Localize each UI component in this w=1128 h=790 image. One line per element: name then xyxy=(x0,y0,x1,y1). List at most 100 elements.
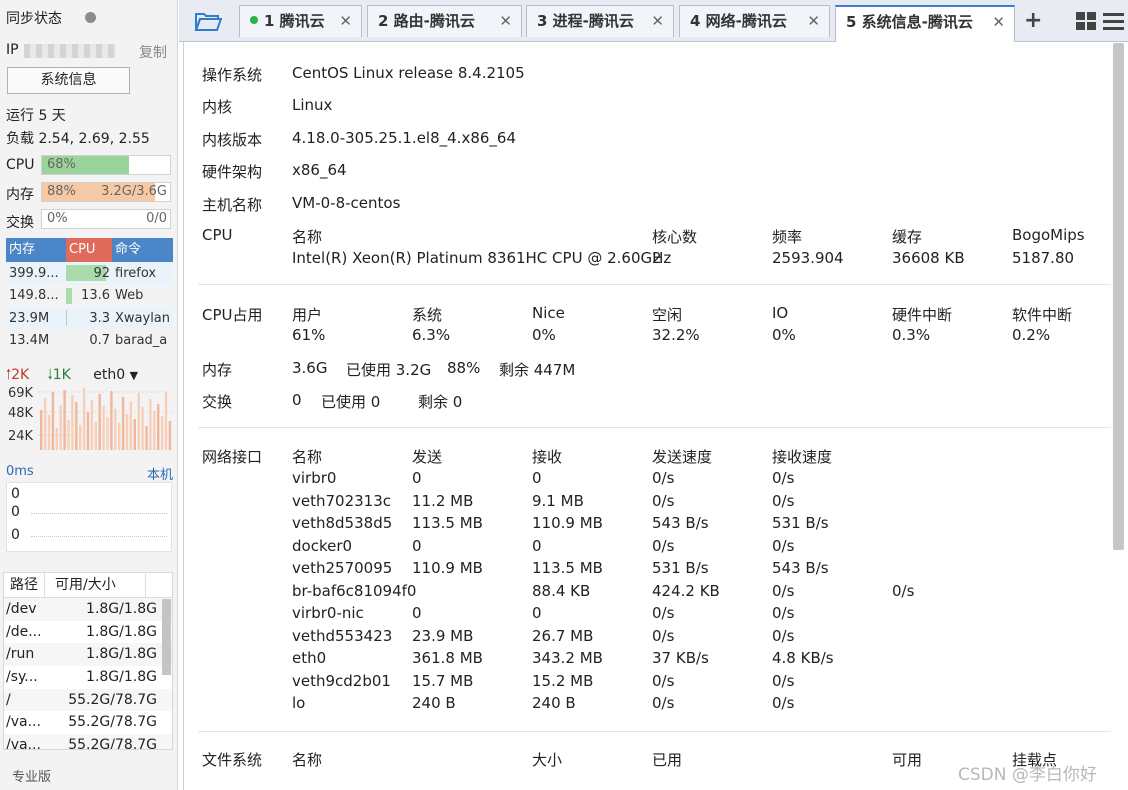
net-traffic-bar xyxy=(153,411,156,450)
folder-open-icon[interactable] xyxy=(194,10,222,32)
tab-label: 4 网络-腾讯云 xyxy=(690,12,787,30)
main-scrollbar[interactable] xyxy=(1113,43,1124,550)
tab-3[interactable]: 3 进程-腾讯云 ✕ xyxy=(526,5,674,37)
cpu-value: 36608 KB xyxy=(892,249,965,267)
uptime-text: 运行 5 天 xyxy=(6,108,66,124)
cpu-usage-value: 0% xyxy=(772,326,796,344)
net-traffic-bar xyxy=(75,402,78,450)
disk-row[interactable]: /va... 55.2G/78.7G xyxy=(4,734,172,749)
net-cell: 0/s xyxy=(772,491,795,510)
net-cell: 0/s xyxy=(652,491,675,510)
process-row[interactable]: 399.9... 92 firefox xyxy=(6,262,173,285)
disk-row[interactable]: / 55.2G/78.7G xyxy=(4,688,172,712)
process-row[interactable]: 13.4M 0.7 barad_a xyxy=(6,330,173,353)
cpu-usage-header: 软件中断 xyxy=(1012,306,1073,324)
proc-col-cpu[interactable]: CPU xyxy=(66,238,112,262)
net-cell: 361.8 MB xyxy=(412,649,483,667)
net-cell: 23.9 MB xyxy=(412,626,474,645)
close-icon[interactable]: ✕ xyxy=(651,6,664,36)
swap-meter-label: 交换 xyxy=(6,215,34,231)
tab-4[interactable]: 4 网络-腾讯云 ✕ xyxy=(679,5,830,37)
system-info-button[interactable]: 系统信息 xyxy=(7,67,130,94)
disk-col-size[interactable]: 可用/大小 xyxy=(44,573,146,597)
process-table: 内存 CPU 命令 399.9... 92 firefox 149.8... 13.6 W… xyxy=(6,238,173,352)
cpu-value: 5187.80 xyxy=(1012,249,1075,267)
net-traffic-bar xyxy=(102,406,105,450)
net-traffic-bar xyxy=(43,398,47,450)
close-icon[interactable]: ✕ xyxy=(339,6,352,36)
ip-address-masked xyxy=(24,44,116,58)
tab-2[interactable]: 2 路由-腾讯云 ✕ xyxy=(367,5,522,37)
net-cell: 0/s xyxy=(652,694,675,712)
network-interface-select[interactable]: eth0 xyxy=(93,367,125,383)
net-cell: 424.2 KB xyxy=(652,581,720,600)
tab-5[interactable]: 5 系统信息-腾讯云 ✕ xyxy=(835,5,1015,43)
tab-label: 5 系统信息-腾讯云 xyxy=(846,13,973,31)
kernel-version-value: 4.18.0-305.25.1.el8_4.x86_64 xyxy=(292,129,516,147)
cpu-header: 缓存 xyxy=(892,228,923,246)
kernel-value: Linux xyxy=(292,96,333,114)
ping-value: 0 xyxy=(11,504,20,520)
net-traffic-bar xyxy=(59,405,62,450)
chevron-down-icon[interactable]: ▼ xyxy=(130,369,138,382)
close-icon[interactable]: ✕ xyxy=(807,6,820,36)
net-traffic-bar xyxy=(55,428,58,450)
net-cell: 0/s xyxy=(652,536,675,555)
process-row[interactable]: 149.8... 13.6 Web xyxy=(6,285,173,308)
disk-size: 1.8G/1.8G xyxy=(86,669,157,686)
disk-row[interactable]: /de... 1.8G/1.8G xyxy=(4,621,172,644)
copy-ip-button[interactable]: 复制 xyxy=(139,42,167,62)
cpu-usage-header: 硬件中断 xyxy=(892,306,953,324)
net-cell: 113.5 MB xyxy=(412,514,483,532)
net-traffic-bar xyxy=(90,400,94,450)
net-traffic-bar xyxy=(98,394,101,450)
watermark: CSDN @李白你好 xyxy=(958,765,1097,785)
net-cell: 0/s xyxy=(652,671,675,690)
net-cell: 88.4 KB xyxy=(532,581,591,600)
cpu-meter-value: 68% xyxy=(47,157,76,172)
net-header: 接收 xyxy=(532,448,563,466)
net-interface-name: virbr0-nic xyxy=(292,604,364,622)
net-cell: 240 B xyxy=(412,694,456,712)
net-traffic-bar xyxy=(125,414,129,450)
disk-row[interactable]: /va... 55.2G/78.7G xyxy=(4,711,172,734)
net-interface-name: docker0 xyxy=(292,536,353,555)
proc-col-cmd[interactable]: 命令 xyxy=(112,238,173,262)
net-traffic-bar xyxy=(63,390,66,450)
cpu-meter-label: CPU xyxy=(6,157,35,173)
disk-row[interactable]: /dev 1.8G/1.8G xyxy=(4,598,172,621)
disk-row[interactable]: /run 1.8G/1.8G xyxy=(4,643,172,667)
net-traffic-bar xyxy=(145,426,148,450)
net-cell: 15.7 MB xyxy=(412,671,474,690)
net-axis-tick: 24K xyxy=(8,429,34,444)
net-interface-name: veth9cd2b01 xyxy=(292,671,391,690)
net-traffic-bar xyxy=(40,410,43,450)
divider xyxy=(198,284,1111,285)
grid-layout-icon[interactable] xyxy=(1076,12,1096,30)
process-mem: 23.9M xyxy=(9,310,50,326)
disk-path: /run xyxy=(6,646,35,663)
close-icon[interactable]: ✕ xyxy=(499,6,512,36)
hamburger-menu-icon[interactable] xyxy=(1103,12,1124,30)
add-tab-button[interactable]: + xyxy=(1024,8,1042,33)
disk-table-scrollbar[interactable] xyxy=(162,599,171,675)
net-traffic-bar xyxy=(160,416,164,450)
proc-col-mem[interactable]: 内存 xyxy=(6,238,66,262)
swap-total: 0 xyxy=(292,391,302,409)
process-mem: 399.9... xyxy=(9,265,59,281)
sync-status-label: 同步状态 xyxy=(6,11,62,27)
cpu-usage-value: 6.3% xyxy=(412,326,451,344)
net-cell: 113.5 MB xyxy=(532,559,603,577)
divider xyxy=(198,731,1111,732)
net-cell: 0/s xyxy=(772,671,795,690)
disk-row[interactable]: /sy... 1.8G/1.8G xyxy=(4,666,172,689)
disk-col-path[interactable]: 路径 xyxy=(4,573,44,597)
cpu-usage-value: 32.2% xyxy=(652,326,700,344)
ping-target[interactable]: 本机 xyxy=(147,464,173,483)
process-row[interactable]: 23.9M 3.3 Xwaylan xyxy=(6,307,173,330)
disk-path: /va... xyxy=(6,714,41,731)
tab-1[interactable]: 1 腾讯云 ✕ xyxy=(239,5,362,37)
ping-value: 0 xyxy=(11,527,20,543)
close-icon[interactable]: ✕ xyxy=(992,7,1005,37)
fs-header: 可用 xyxy=(892,751,923,769)
